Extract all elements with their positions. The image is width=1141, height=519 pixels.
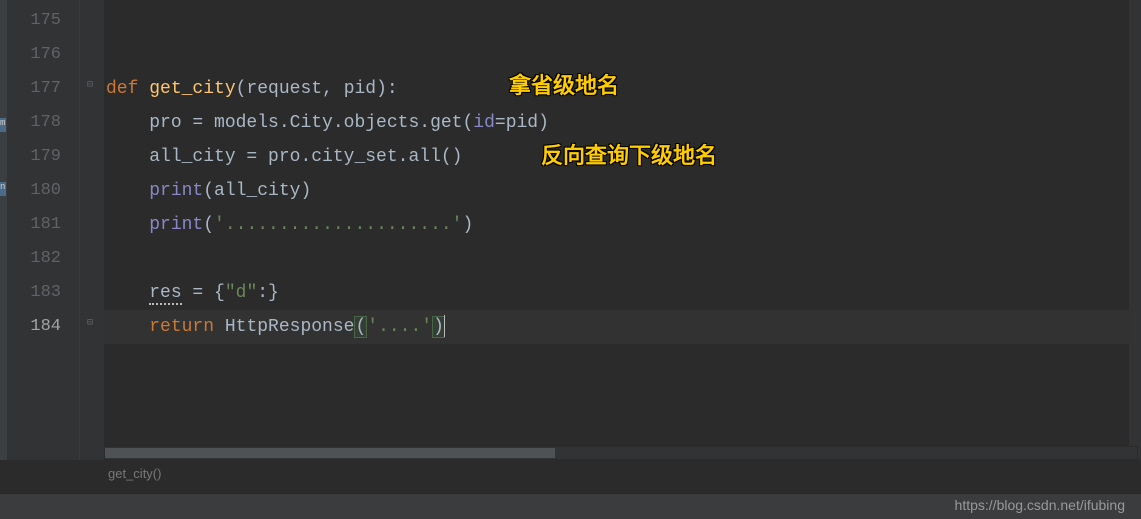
marker-2: n <box>0 182 6 196</box>
code-area[interactable]: def get_city(request, pid): pro = models… <box>104 0 1129 460</box>
line-number: 184 <box>8 310 79 344</box>
code-line[interactable]: print('.....................') <box>104 208 1129 242</box>
line-number: 179 <box>8 140 79 174</box>
fold-close-icon[interactable]: ⊟ <box>84 318 96 330</box>
scrollbar-thumb[interactable] <box>105 448 555 458</box>
code-line[interactable] <box>104 242 1129 276</box>
code-line[interactable]: pro = models.City.objects.get(id=pid) <box>104 106 1129 140</box>
code-line[interactable]: res = {"d":} <box>104 276 1129 310</box>
right-strip <box>1129 0 1141 460</box>
code-line[interactable] <box>104 38 1129 72</box>
gutter: 175 176 177 178 179 180 181 182 183 184 <box>8 0 80 460</box>
caret <box>444 315 445 337</box>
line-number: 182 <box>8 242 79 276</box>
fold-open-icon[interactable]: ⊟ <box>84 80 96 92</box>
annotation-2: 反向查询下级地名 <box>541 138 717 170</box>
line-number: 183 <box>8 276 79 310</box>
breadcrumb[interactable]: get_city() <box>108 466 161 481</box>
marker-1: m <box>0 118 6 132</box>
line-number: 181 <box>8 208 79 242</box>
watermark: https://blog.csdn.net/ifubing <box>955 497 1125 513</box>
line-number: 178 <box>8 106 79 140</box>
horizontal-scrollbar[interactable] <box>104 446 1138 460</box>
code-line[interactable]: print(all_city) <box>104 174 1129 208</box>
line-number: 177 <box>8 72 79 106</box>
code-line-current[interactable]: return HttpResponse('....') <box>104 310 1129 344</box>
line-number: 175 <box>8 4 79 38</box>
fold-area: ⊟ ⊟ <box>80 0 104 460</box>
left-strip: m n <box>0 0 8 460</box>
editor-wrapper: m n 175 176 177 178 179 180 181 182 183 … <box>0 0 1141 460</box>
line-number: 176 <box>8 38 79 72</box>
code-line[interactable] <box>104 4 1129 38</box>
annotation-1: 拿省级地名 <box>509 68 619 100</box>
line-number: 180 <box>8 174 79 208</box>
